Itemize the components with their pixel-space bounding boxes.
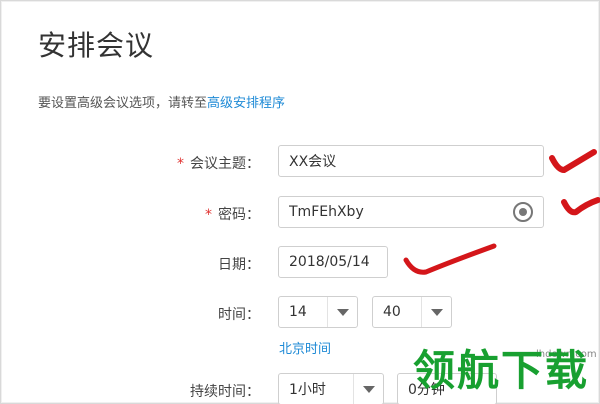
topic-value: XX会议	[289, 154, 337, 170]
timezone-link[interactable]: 北京时间	[279, 338, 331, 357]
checkmark-annotation-icon	[549, 149, 597, 173]
password-label: * 密码：	[205, 207, 260, 223]
topic-input[interactable]: XX会议	[278, 145, 544, 177]
chevron-down-icon[interactable]	[353, 374, 383, 404]
hour-value: 14	[289, 304, 307, 320]
topic-label: * 会议主题：	[177, 156, 260, 172]
page-title: 安排会议	[38, 29, 155, 62]
chevron-down-icon[interactable]	[421, 297, 451, 327]
required-mark: *	[177, 156, 184, 172]
minute-select[interactable]: 40	[372, 296, 452, 328]
duration-hours-value: 1小时	[289, 382, 326, 398]
required-mark: *	[205, 207, 212, 223]
date-input[interactable]: 2018/05/14	[278, 246, 388, 278]
date-label: 日期：	[218, 257, 260, 273]
duration-label: 持续时间：	[190, 384, 260, 400]
hint-text: 要设置高级会议选项，请转至	[38, 96, 208, 111]
date-value: 2018/05/14	[289, 254, 370, 270]
minute-value: 40	[383, 304, 401, 320]
chevron-down-icon[interactable]	[327, 297, 357, 327]
checkmark-annotation-icon	[561, 197, 600, 216]
password-input[interactable]: TmFEhXby	[278, 196, 544, 228]
duration-hours-select[interactable]: 1小时	[278, 373, 384, 404]
advanced-hint: 要设置高级会议选项，请转至高级安排程序	[38, 92, 285, 111]
watermark-brand: 领航下载	[413, 346, 590, 395]
advanced-scheduler-link[interactable]: 高级安排程序	[207, 96, 285, 111]
hour-select[interactable]: 14	[278, 296, 358, 328]
password-value: TmFEhXby	[289, 204, 364, 220]
checkmark-annotation-icon	[403, 243, 497, 275]
eye-icon[interactable]	[513, 202, 533, 222]
time-label: 时间：	[218, 307, 260, 323]
